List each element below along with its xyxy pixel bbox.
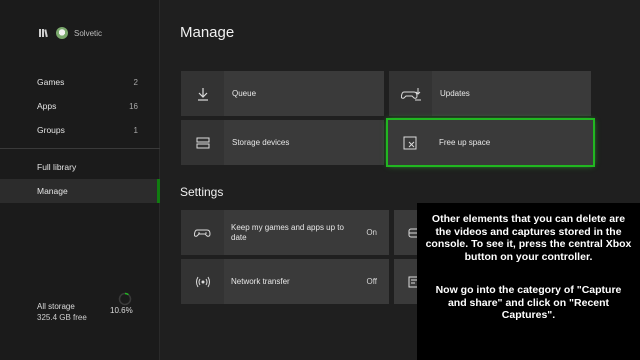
storage-percent: 10.6% <box>110 306 133 315</box>
setting-auto-update[interactable]: Keep my games and apps up to date On <box>181 210 389 255</box>
queue-tile[interactable]: Queue <box>181 71 384 116</box>
updates-tile[interactable]: Updates <box>389 71 591 116</box>
sidebar-item-manage[interactable]: Manage <box>0 179 160 203</box>
controller-sync-icon <box>181 210 224 255</box>
free-space-icon <box>388 120 431 165</box>
sidebar-nav: Games 2 Apps 16 Groups 1 Full library Ma… <box>0 70 160 203</box>
network-transfer-icon <box>181 259 224 304</box>
tile-label: Queue <box>232 89 257 98</box>
setting-value: On <box>366 228 377 237</box>
tile-label: Free up space <box>439 138 491 147</box>
setting-label: Keep my games and apps up to date <box>231 222 344 242</box>
sidebar: Solvetic Games 2 Apps 16 Groups 1 Full l… <box>0 0 160 360</box>
sidebar-item-apps[interactable]: Apps 16 <box>0 94 160 118</box>
sidebar-item-label: Games <box>37 77 65 87</box>
setting-network-transfer[interactable]: Network transfer Off <box>181 259 389 304</box>
divider <box>0 148 160 149</box>
sidebar-item-label: Full library <box>37 162 77 172</box>
tile-label: Storage devices <box>232 138 290 147</box>
section-title-settings: Settings <box>180 185 224 199</box>
sidebar-item-count: 1 <box>133 125 138 135</box>
storage-free: 325.4 GB free <box>37 313 87 322</box>
caption-paragraph: Now go into the category of "Capture and… <box>435 284 622 321</box>
sidebar-item-label: Manage <box>37 186 68 196</box>
sidebar-item-games[interactable]: Games 2 <box>0 70 160 94</box>
avatar <box>56 27 68 39</box>
download-icon <box>181 71 224 116</box>
sidebar-item-groups[interactable]: Groups 1 <box>0 118 160 142</box>
storage-usage-ring <box>118 292 132 306</box>
gamertag: Solvetic <box>74 28 103 38</box>
tile-label: Updates <box>440 89 470 98</box>
storage-label: All storage <box>37 302 75 311</box>
setting-value: Off <box>366 277 377 286</box>
profile-header[interactable]: Solvetic <box>38 27 102 39</box>
free-up-space-tile[interactable]: Free up space <box>386 118 595 167</box>
sidebar-item-label: Groups <box>37 125 65 135</box>
library-icon <box>38 27 50 39</box>
sidebar-item-count: 16 <box>129 101 138 111</box>
setting-label: Network transfer <box>231 276 290 286</box>
sidebar-item-full-library[interactable]: Full library <box>0 155 160 179</box>
sidebar-item-count: 2 <box>133 77 138 87</box>
tutorial-caption: Other elements that you can delete are t… <box>417 203 640 360</box>
storage-info: All storage 325.4 GB free <box>37 301 87 323</box>
storage-drive-icon <box>181 120 224 165</box>
sidebar-item-label: Apps <box>37 101 57 111</box>
page-title: Manage <box>180 24 235 41</box>
controller-update-icon <box>389 71 432 116</box>
caption-paragraph: Other elements that you can delete are t… <box>425 213 632 263</box>
storage-devices-tile[interactable]: Storage devices <box>181 120 384 165</box>
